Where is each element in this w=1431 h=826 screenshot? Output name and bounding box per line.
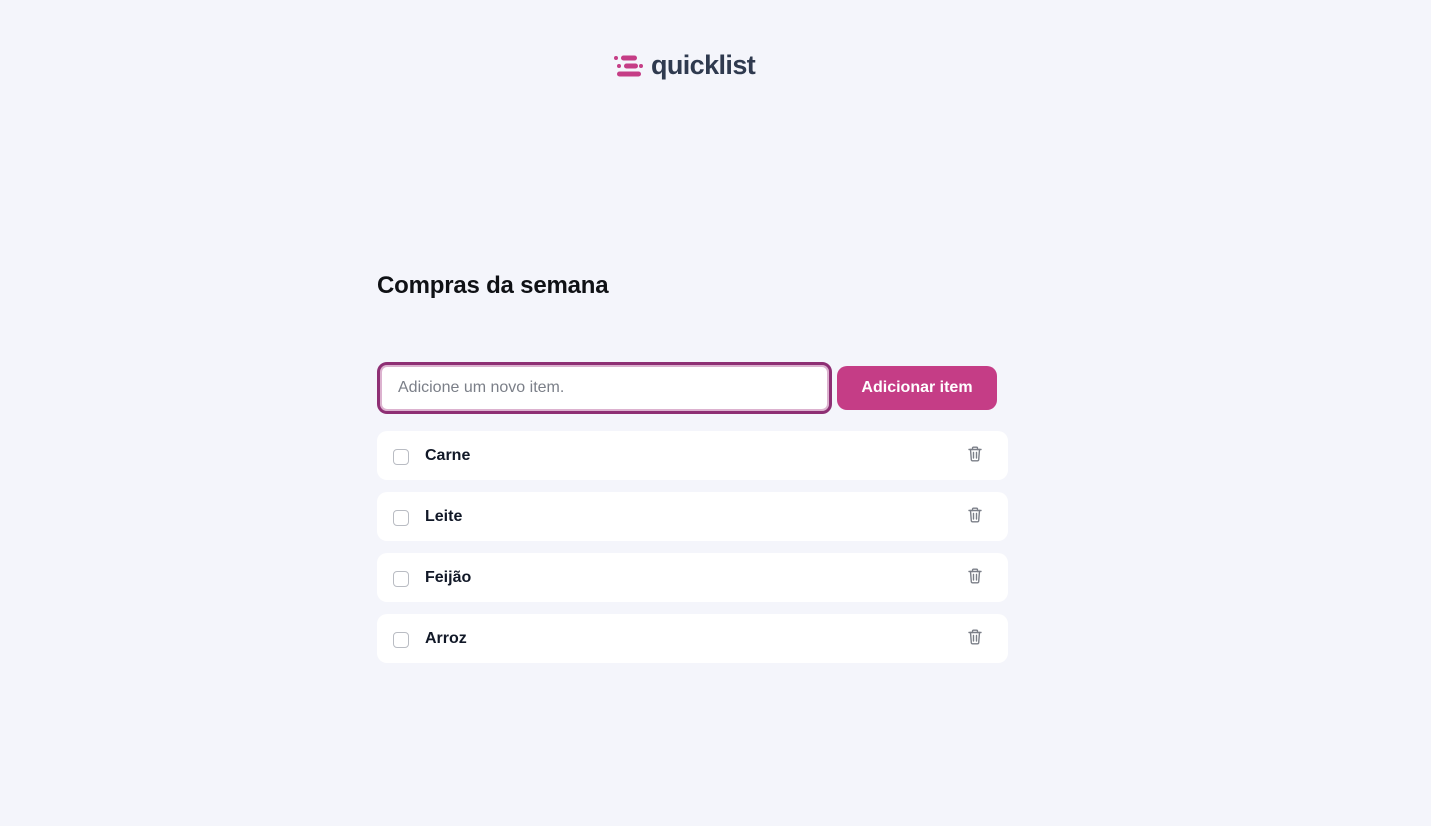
item-label: Feijão	[425, 568, 472, 586]
new-item-input[interactable]	[377, 362, 832, 414]
list-item: Leite	[377, 492, 1008, 541]
trash-icon	[968, 629, 982, 644]
checkbox-icon[interactable]	[393, 631, 409, 648]
item-label: Carne	[425, 446, 471, 464]
trash-icon	[968, 568, 982, 583]
list-item: Arroz	[377, 614, 1008, 663]
delete-item-button[interactable]	[966, 628, 984, 646]
brand-name: quicklist	[651, 49, 756, 80]
item-label: Arroz	[425, 629, 467, 647]
list-item: Feijão	[377, 553, 1008, 602]
item-label: Leite	[425, 507, 463, 525]
checkbox-icon[interactable]	[393, 570, 409, 587]
trash-icon	[968, 507, 982, 522]
shopping-list: Carne Leite Feijão Arroz	[377, 431, 1008, 675]
page-title: Compras da semana	[377, 272, 609, 299]
delete-item-button[interactable]	[966, 445, 984, 463]
list-item: Carne	[377, 431, 1008, 480]
list-lines-icon	[614, 55, 643, 77]
trash-icon	[968, 446, 982, 461]
checkbox-icon[interactable]	[393, 509, 409, 526]
add-item-button[interactable]: Adicionar item	[837, 366, 997, 410]
app-logo: quicklist	[613, 49, 756, 82]
delete-item-button[interactable]	[966, 567, 984, 585]
delete-item-button[interactable]	[966, 506, 984, 524]
add-item-form: Adicionar item	[377, 362, 997, 414]
checkbox-icon[interactable]	[393, 448, 409, 465]
